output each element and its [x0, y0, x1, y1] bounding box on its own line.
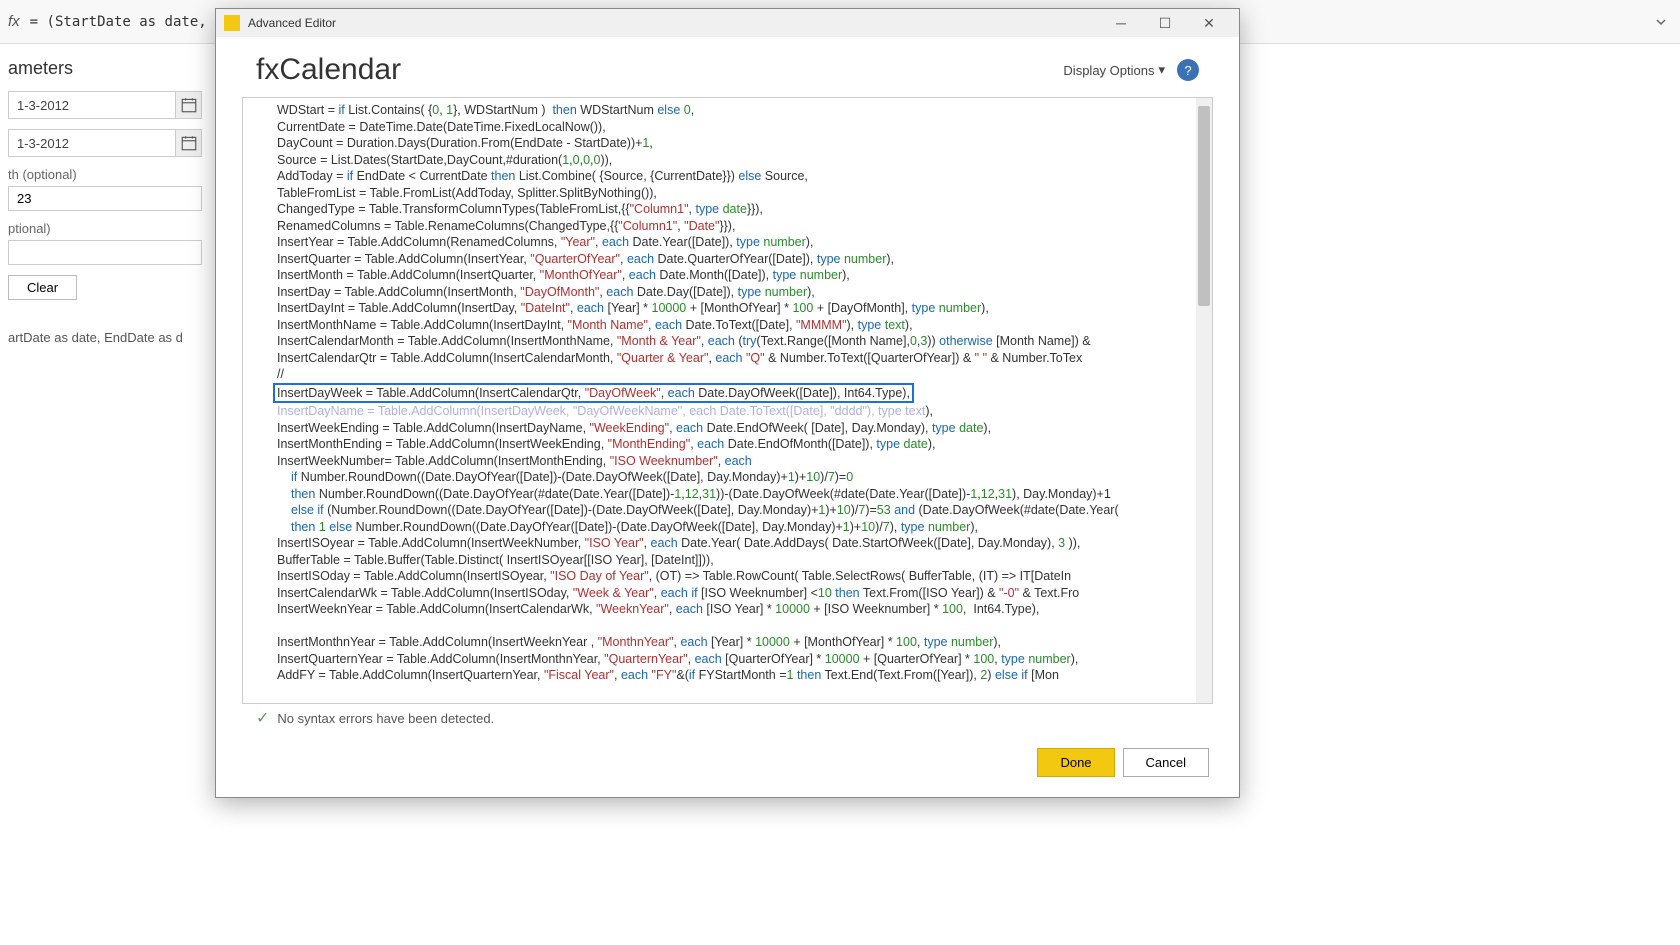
status-text: No syntax errors have been detected.	[277, 711, 494, 726]
help-icon[interactable]: ?	[1177, 59, 1199, 81]
code-line[interactable]: AddFY = Table.AddColumn(InsertQuarternYe…	[253, 667, 1194, 684]
code-editor[interactable]: WDStart = if List.Contains( {0, 1}, WDSt…	[242, 97, 1213, 704]
parameters-panel: ameters 1-3-2012 1-3-2012 th (optional) …	[0, 48, 210, 355]
code-line[interactable]: InsertWeeknYear = Table.AddColumn(Insert…	[253, 601, 1194, 618]
code-line[interactable]: InsertWeekEnding = Table.AddColumn(Inser…	[253, 420, 1194, 437]
code-line[interactable]: RenamedColumns = Table.RenameColumns(Cha…	[253, 218, 1194, 235]
close-icon[interactable]: ✕	[1187, 9, 1231, 37]
code-line[interactable]: InsertCalendarMonth = Table.AddColumn(In…	[253, 333, 1194, 350]
cancel-button[interactable]: Cancel	[1123, 748, 1209, 777]
code-line[interactable]: InsertDayName = Table.AddColumn(InsertDa…	[253, 403, 1194, 420]
scroll-thumb[interactable]	[1198, 106, 1210, 306]
minimize-icon[interactable]: ─	[1099, 9, 1143, 37]
check-icon: ✓	[256, 708, 269, 728]
code-line[interactable]: else if (Number.RoundDown((Date.DayOfYea…	[253, 502, 1194, 519]
dialog-title: fxCalendar	[256, 53, 401, 87]
code-line[interactable]: InsertYear = Table.AddColumn(RenamedColu…	[253, 234, 1194, 251]
code-line[interactable]: //	[253, 366, 1194, 383]
scrollbar[interactable]	[1196, 98, 1212, 703]
code-line[interactable]: InsertDayInt = Table.AddColumn(InsertDay…	[253, 300, 1194, 317]
app-icon	[224, 15, 240, 31]
chevron-down-icon: ▾	[1158, 62, 1165, 78]
field-label: ptional)	[8, 221, 202, 236]
code-line[interactable]	[253, 618, 1194, 635]
code-line[interactable]: InsertDay = Table.AddColumn(InsertMonth,…	[253, 284, 1194, 301]
code-line[interactable]: AddToday = if EndDate < CurrentDate then…	[253, 168, 1194, 185]
enddate-input[interactable]: 1-3-2012	[8, 129, 202, 157]
code-line[interactable]: InsertQuarter = Table.AddColumn(InsertYe…	[253, 251, 1194, 268]
code-line[interactable]: if Number.RoundDown((Date.DayOfYear([Dat…	[253, 469, 1194, 486]
code-line[interactable]: InsertMonthName = Table.AddColumn(Insert…	[253, 317, 1194, 334]
field-label: th (optional)	[8, 167, 202, 182]
panel-title: ameters	[8, 58, 202, 79]
code-line[interactable]: BufferTable = Table.Buffer(Table.Distinc…	[253, 552, 1194, 569]
calendar-icon[interactable]	[175, 92, 201, 118]
maximize-icon[interactable]: ☐	[1143, 9, 1187, 37]
startdate-input[interactable]: 1-3-2012	[8, 91, 202, 119]
code-line[interactable]: InsertMonthnYear = Table.AddColumn(Inser…	[253, 634, 1194, 651]
code-line[interactable]: InsertISOyear = Table.AddColumn(InsertWe…	[253, 535, 1194, 552]
code-line[interactable]: InsertQuarternYear = Table.AddColumn(Ins…	[253, 651, 1194, 668]
function-signature: artDate as date, EndDate as d	[8, 330, 202, 345]
formula-text[interactable]: = (StartDate as date, En	[30, 14, 232, 30]
code-line[interactable]: TableFromList = Table.FromList(AddToday,…	[253, 185, 1194, 202]
code-line[interactable]: InsertCalendarQtr = Table.AddColumn(Inse…	[253, 350, 1194, 367]
code-line[interactable]: ChangedType = Table.TransformColumnTypes…	[253, 201, 1194, 218]
code-line[interactable]: Source = List.Dates(StartDate,DayCount,#…	[253, 152, 1194, 169]
optional-input[interactable]	[8, 240, 202, 265]
code-line[interactable]: WDStart = if List.Contains( {0, 1}, WDSt…	[253, 102, 1194, 119]
code-line[interactable]: InsertWeekNumber= Table.AddColumn(Insert…	[253, 453, 1194, 470]
fx-label: fx	[8, 13, 20, 30]
code-line[interactable]: CurrentDate = DateTime.Date(DateTime.Fix…	[253, 119, 1194, 136]
code-line[interactable]: InsertMonth = Table.AddColumn(InsertQuar…	[253, 267, 1194, 284]
code-line[interactable]: InsertISOday = Table.AddColumn(InsertISO…	[253, 568, 1194, 585]
code-line[interactable]: InsertCalendarWk = Table.AddColumn(Inser…	[253, 585, 1194, 602]
code-line[interactable]: then Number.RoundDown((Date.DayOfYear(#d…	[253, 486, 1194, 503]
calendar-icon[interactable]	[175, 130, 201, 156]
window-title: Advanced Editor	[248, 16, 336, 30]
code-line[interactable]: InsertMonthEnding = Table.AddColumn(Inse…	[253, 436, 1194, 453]
code-line[interactable]: InsertDayWeek = Table.AddColumn(InsertCa…	[253, 383, 1194, 404]
done-button[interactable]: Done	[1037, 748, 1114, 777]
code-line[interactable]: DayCount = Duration.Days(Duration.From(E…	[253, 135, 1194, 152]
titlebar[interactable]: Advanced Editor ─ ☐ ✕	[216, 9, 1239, 37]
month-input[interactable]	[8, 186, 202, 211]
advanced-editor-dialog: Advanced Editor ─ ☐ ✕ fxCalendar Display…	[215, 8, 1240, 798]
display-options-dropdown[interactable]: Display Options ▾	[1063, 62, 1165, 78]
clear-button[interactable]: Clear	[8, 275, 77, 300]
code-line[interactable]: then 1 else Number.RoundDown((Date.DayOf…	[253, 519, 1194, 536]
formula-expand-icon[interactable]	[1650, 11, 1672, 33]
